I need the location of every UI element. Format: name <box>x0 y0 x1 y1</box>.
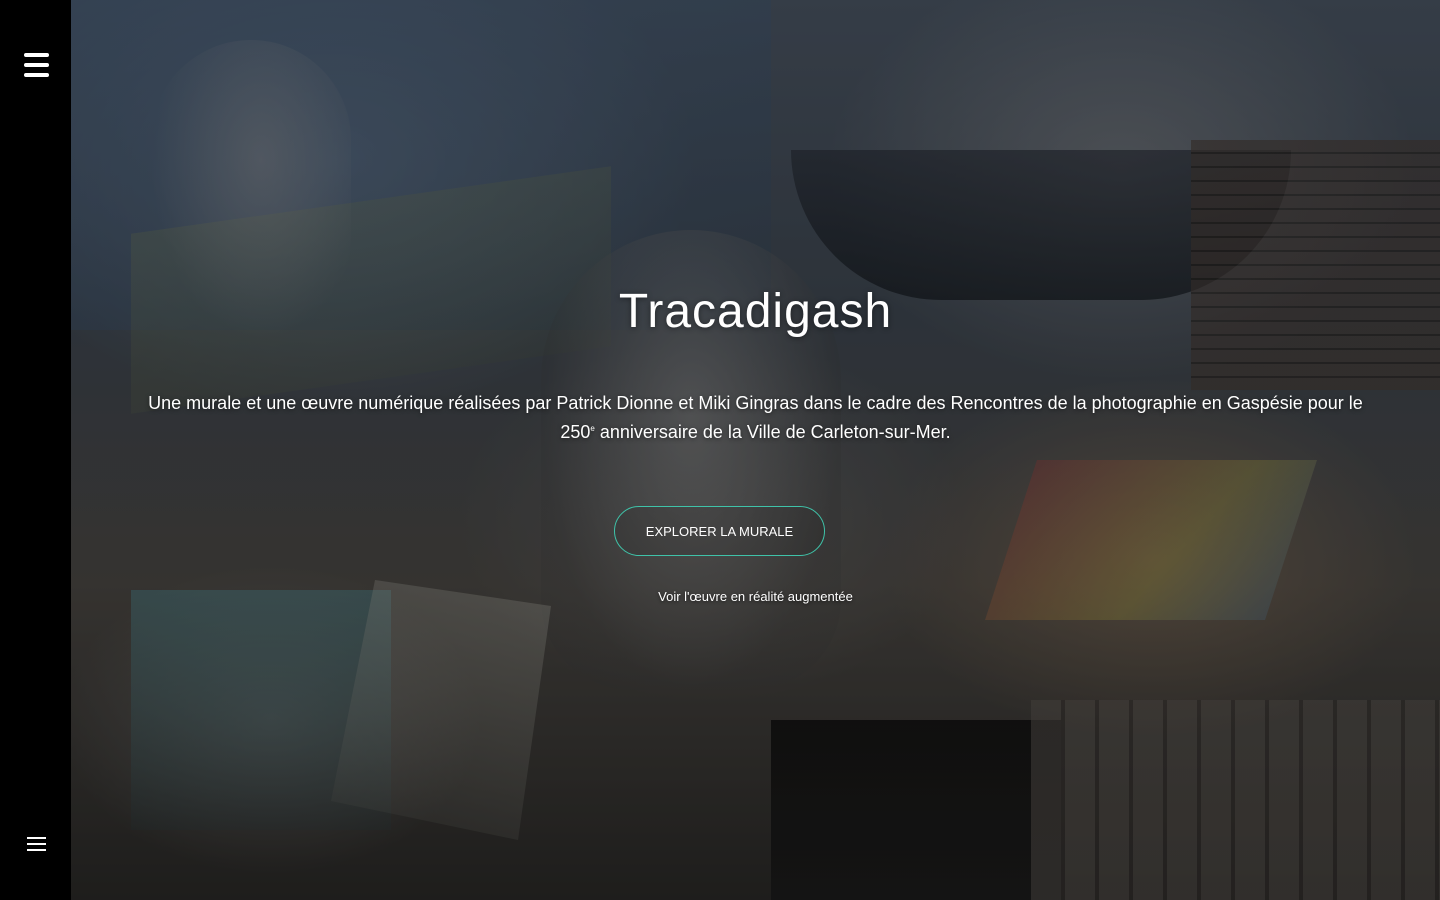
hamburger-bar <box>24 53 49 57</box>
hero-content: Tracadigash Une murale et une œuvre numé… <box>71 0 1440 900</box>
hamburger-bar <box>27 837 46 839</box>
hamburger-bar <box>24 73 49 77</box>
secondary-menu-button[interactable] <box>27 837 46 851</box>
hamburger-bar <box>27 849 46 851</box>
main-menu-button[interactable] <box>24 53 49 77</box>
page-title: Tracadigash <box>618 285 893 338</box>
hamburger-bar <box>24 63 49 67</box>
hero-subtitle-part2: anniversaire de la Ville de Carleton-sur… <box>594 422 951 442</box>
explore-mural-button[interactable]: Explorer la murale <box>614 506 825 556</box>
hero-subtitle: Une murale et une œuvre numérique réalis… <box>131 390 1380 445</box>
augmented-reality-link[interactable]: Voir l'œuvre en réalité augmentée <box>71 589 1440 604</box>
hamburger-bar <box>27 843 46 845</box>
sidebar <box>0 0 71 900</box>
